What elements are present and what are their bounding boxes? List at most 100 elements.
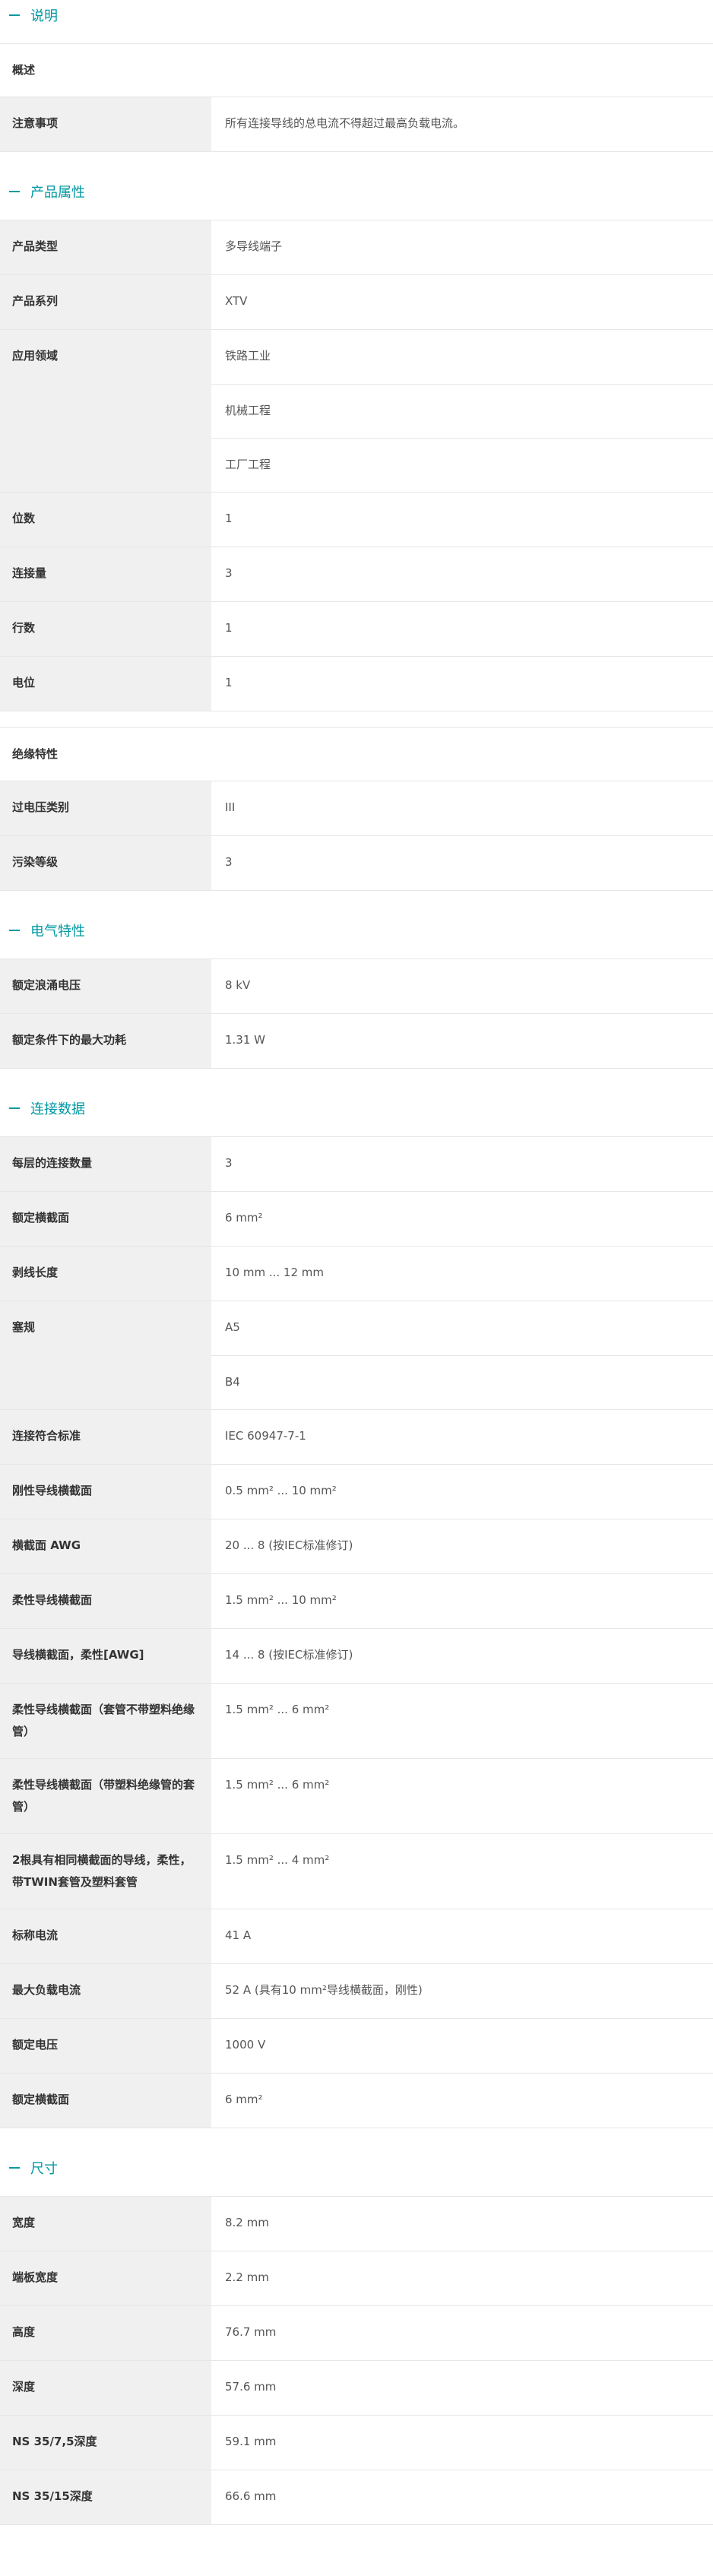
row-values: IEC 60947-7-1 (211, 1410, 713, 1464)
table-row: 电位 1 (0, 657, 713, 711)
row-label: 过电压类别 (0, 781, 211, 835)
section-header[interactable]: 说明 (0, 0, 713, 30)
table-row: 高度 76.7 mm (0, 2306, 713, 2361)
row-value: 1 (225, 676, 233, 689)
row-values: 3 (211, 1137, 713, 1191)
spec-table: 概述 注意事项 所有连接导线的总电流不得超过最高负载电流。 (0, 43, 713, 152)
row-value: XTV (225, 294, 248, 308)
table-row: 注意事项 所有连接导线的总电流不得超过最高负载电流。 (0, 97, 713, 152)
row-label: 额定条件下的最大功耗 (0, 1014, 211, 1068)
row-value: 1.5 mm² ... 4 mm² (225, 1853, 330, 1867)
row-label: 额定横截面 (0, 2074, 211, 2128)
section-1: 产品属性 产品类型 多导线端子 产品系列 XTV 应用领域 铁路工业 机械工程 工厂工程 位数 1 连… (0, 176, 713, 891)
table-row: 产品系列 XTV (0, 275, 713, 330)
row-label: 产品系列 (0, 275, 211, 329)
table-row: 连接量 3 (0, 547, 713, 602)
spec-table: 产品类型 多导线端子 产品系列 XTV 应用领域 铁路工业 机械工程 工厂工程 位数 1 连接量 3 行… (0, 220, 713, 891)
row-values: 52 A (具有10 mm²导线横截面，刚性) (211, 1964, 713, 2018)
row-label: 横截面 AWG (0, 1519, 211, 1573)
row-label: NS 35/7,5深度 (0, 2416, 211, 2470)
table-row: 2根具有相同横截面的导线，柔性，带TWIN套管及塑料套管 1.5 mm² ... … (0, 1834, 713, 1909)
section-4: 尺寸宽度 8.2 mm 端板宽度 2.2 mm 高度 76.7 mm 深度 57.6 mm NS… (0, 2153, 713, 2525)
row-values: 2.2 mm (211, 2251, 713, 2305)
table-row: 额定条件下的最大功耗 1.31 W (0, 1014, 713, 1069)
row-value: 3 (225, 855, 233, 869)
section-header[interactable]: 连接数据 (0, 1093, 713, 1123)
row-value: 1.5 mm² ... 6 mm² (225, 1703, 330, 1716)
row-value: 3 (225, 1156, 233, 1170)
spacer (0, 711, 713, 728)
row-values: 66.6 mm (211, 2470, 713, 2524)
section-header[interactable]: 电气特性 (0, 915, 713, 946)
collapse-icon[interactable] (9, 191, 20, 192)
table-row: 剥线长度 10 mm ... 12 mm (0, 1247, 713, 1301)
table-row: 额定横截面 6 mm² (0, 1192, 713, 1247)
row-values: 6 mm² (211, 2074, 713, 2128)
table-row: 导线横截面，柔性[AWG] 14 ... 8 (按IEC标准修订) (0, 1629, 713, 1684)
row-values: XTV (211, 275, 713, 329)
table-row: 每层的连接数量 3 (0, 1137, 713, 1192)
row-label: 行数 (0, 602, 211, 656)
row-value: 1.5 mm² ... 10 mm² (225, 1593, 337, 1607)
section-title: 尺寸 (30, 2161, 58, 2177)
row-value: 铁路工业 (225, 349, 271, 363)
table-row: 端板宽度 2.2 mm (0, 2251, 713, 2306)
row-label: NS 35/15深度 (0, 2470, 211, 2524)
row-value: 1000 V (225, 2038, 266, 2052)
row-label: 额定浪涌电压 (0, 959, 211, 1013)
row-label: 应用领域 (0, 330, 211, 492)
row-value: 57.6 mm (225, 2380, 277, 2394)
row-label: 电位 (0, 657, 211, 711)
collapse-icon[interactable] (9, 930, 20, 931)
row-values: 10 mm ... 12 mm (211, 1247, 713, 1301)
row-value: A5 (225, 1320, 240, 1334)
section-3: 连接数据 每层的连接数量 3 额定横截面 6 mm² 剥线长度 10 mm ... 12 m… (0, 1093, 713, 2128)
spec-table: 宽度 8.2 mm 端板宽度 2.2 mm 高度 76.7 mm 深度 57.6 mm NS 3… (0, 2196, 713, 2525)
row-value: 3 (225, 566, 233, 580)
row-label: 产品类型 (0, 220, 211, 274)
collapse-icon[interactable] (9, 1107, 20, 1109)
row-label: 2根具有相同横截面的导线，柔性，带TWIN套管及塑料套管 (0, 1834, 211, 1909)
row-values: 76.7 mm (211, 2306, 713, 2360)
section-title: 产品属性 (30, 185, 85, 201)
table-row: 污染等级 3 (0, 836, 713, 891)
row-label: 端板宽度 (0, 2251, 211, 2305)
group-heading: 概述 (0, 44, 713, 97)
collapse-icon[interactable] (9, 14, 20, 16)
section-header[interactable]: 产品属性 (0, 176, 713, 207)
section-title: 连接数据 (30, 1101, 85, 1117)
row-label: 柔性导线横截面（带塑料绝缘管的套管） (0, 1759, 211, 1833)
row-value: 1.31 W (225, 1033, 265, 1047)
table-row: 额定浪涌电压 8 kV (0, 959, 713, 1014)
row-values: 57.6 mm (211, 2361, 713, 2415)
row-value: 76.7 mm (225, 2325, 277, 2339)
table-row: 柔性导线横截面（套管不带塑料绝缘管） 1.5 mm² ... 6 mm² (0, 1684, 713, 1759)
row-label: 每层的连接数量 (0, 1137, 211, 1191)
row-label: 位数 (0, 493, 211, 547)
table-row: NS 35/7,5深度 59.1 mm (0, 2416, 713, 2470)
collapse-icon[interactable] (9, 2167, 20, 2169)
row-value: B4 (211, 1355, 713, 1409)
row-value: 所有连接导线的总电流不得超过最高负载电流。 (225, 116, 465, 130)
row-value: 8 kV (225, 978, 251, 992)
table-row: 过电压类别 III (0, 781, 713, 836)
section-header[interactable]: 尺寸 (0, 2153, 713, 2183)
row-values: 41 A (211, 1909, 713, 1963)
table-row: NS 35/15深度 66.6 mm (0, 2470, 713, 2525)
row-label: 深度 (0, 2361, 211, 2415)
table-row: 位数 1 (0, 493, 713, 547)
table-subheading: 绝缘特性 (0, 728, 713, 781)
row-values: 1 (211, 493, 713, 547)
table-row: 宽度 8.2 mm (0, 2197, 713, 2251)
row-value: 66.6 mm (225, 2489, 277, 2503)
spec-table: 每层的连接数量 3 额定横截面 6 mm² 剥线长度 10 mm ... 12 mm 塞规 A… (0, 1136, 713, 2128)
row-values: 1.5 mm² ... 10 mm² (211, 1574, 713, 1628)
row-label: 连接符合标准 (0, 1410, 211, 1464)
row-values: 铁路工业 机械工程 工厂工程 (211, 330, 713, 492)
row-label: 柔性导线横截面（套管不带塑料绝缘管） (0, 1684, 211, 1758)
row-values: 8.2 mm (211, 2197, 713, 2251)
row-values: 3 (211, 547, 713, 601)
row-label: 连接量 (0, 547, 211, 601)
row-values: A5 B4 (211, 1301, 713, 1409)
row-values: 1 (211, 657, 713, 711)
